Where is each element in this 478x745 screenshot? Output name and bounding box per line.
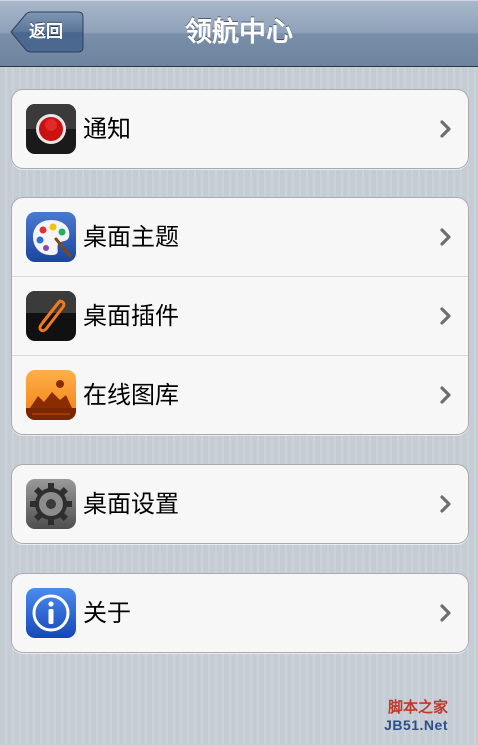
menu-item-label: 通知	[83, 115, 131, 143]
menu-item-notifications[interactable]: 通知	[12, 90, 468, 168]
chevron-right-icon	[440, 120, 451, 138]
paperclip-icon	[26, 291, 76, 341]
record-icon	[26, 104, 76, 154]
chevron-right-icon	[440, 495, 451, 513]
menu-item-desktop-settings[interactable]: 桌面设置	[12, 465, 468, 543]
chevron-right-icon	[440, 307, 451, 325]
chevron-right-icon	[440, 228, 451, 246]
gear-icon	[26, 479, 76, 529]
navigation-bar: 返回 领航中心	[0, 0, 478, 67]
menu-item-label: 在线图库	[83, 381, 179, 409]
chevron-right-icon	[440, 386, 451, 404]
menu-item-about[interactable]: 关于	[12, 574, 468, 652]
menu-item-online-gallery[interactable]: 在线图库	[12, 355, 468, 434]
menu-item-desktop-widgets[interactable]: 桌面插件	[12, 276, 468, 355]
menu-item-label: 桌面设置	[83, 490, 179, 518]
menu-item-label: 桌面插件	[83, 302, 179, 330]
menu-group-desktop: 桌面主题 桌面插件 在线图库	[11, 197, 469, 435]
watermark: 脚本之家 JB51.Net	[384, 696, 448, 733]
palette-icon	[26, 212, 76, 262]
menu-item-label: 桌面主题	[83, 223, 179, 251]
menu-group-settings: 桌面设置	[11, 464, 469, 544]
watermark-line-2: JB51.Net	[384, 717, 448, 733]
chevron-right-icon	[440, 604, 451, 622]
menu-group-about: 关于	[11, 573, 469, 653]
info-icon	[26, 588, 76, 638]
menu-item-label: 关于	[83, 599, 131, 627]
menu-item-desktop-theme[interactable]: 桌面主题	[12, 198, 468, 276]
page-title: 领航中心	[185, 17, 293, 48]
landscape-icon	[26, 370, 76, 420]
menu-group-notifications: 通知	[11, 89, 469, 169]
watermark-line-1: 脚本之家	[387, 699, 448, 716]
